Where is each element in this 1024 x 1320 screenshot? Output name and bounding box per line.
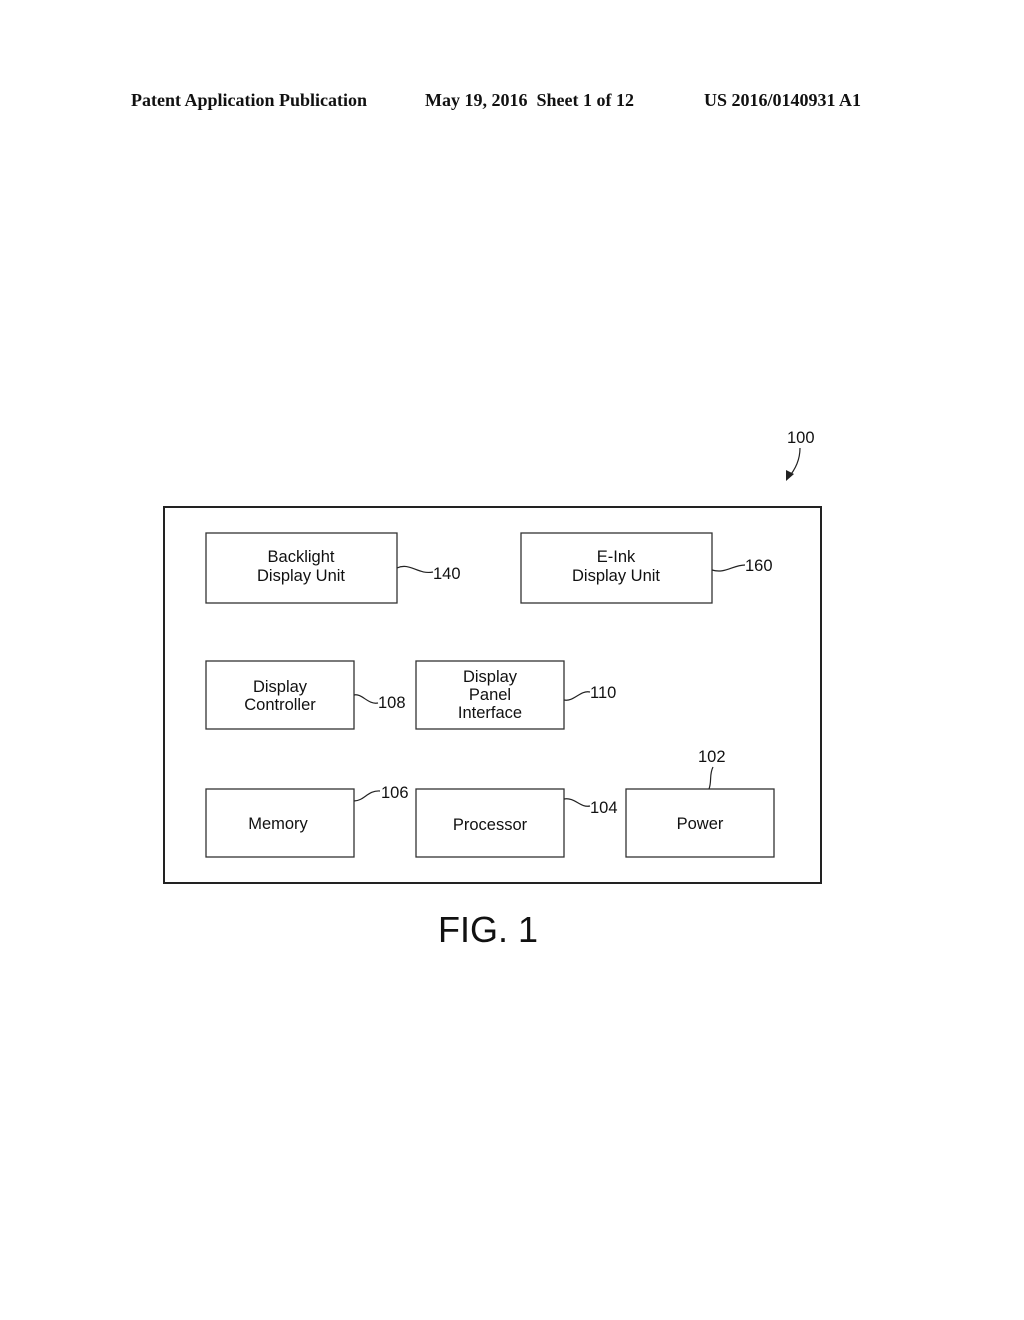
block-label-line: E-Ink xyxy=(597,548,636,566)
ref-label-104: 104 xyxy=(590,799,618,817)
block-label-line: Display Unit xyxy=(257,567,345,585)
ref-label-140: 140 xyxy=(433,565,461,583)
ref-label-100: 100 xyxy=(787,429,815,447)
block-label-line: Backlight xyxy=(268,548,335,566)
leader-line-108 xyxy=(353,694,379,704)
block-display-controller: Display Controller xyxy=(205,660,355,730)
block-backlight-display-unit: Backlight Display Unit xyxy=(205,532,398,604)
block-display-panel-interface: Display Panel Interface xyxy=(415,660,565,730)
ref-label-160: 160 xyxy=(745,557,773,575)
ref-label-102: 102 xyxy=(698,748,726,766)
block-label-line: Controller xyxy=(244,696,316,714)
ref-label-108: 108 xyxy=(378,694,406,712)
block-label-line: Memory xyxy=(248,815,308,833)
block-label-line: Processor xyxy=(453,816,528,834)
leader-line-104 xyxy=(563,798,591,807)
leader-line-140 xyxy=(396,565,434,574)
block-label-line: Interface xyxy=(458,704,522,722)
block-diagram: 100 Backlight Display Unit 140 E-Ink Dis… xyxy=(163,429,822,950)
leader-line-110 xyxy=(563,691,591,701)
block-processor: Processor xyxy=(415,788,565,858)
block-label-line: Panel xyxy=(469,686,511,704)
leader-line-160 xyxy=(711,564,746,572)
block-label-line: Display Unit xyxy=(572,567,660,585)
block-label-line: Display xyxy=(253,678,308,696)
block-eink-display-unit: E-Ink Display Unit xyxy=(520,532,713,604)
figure-caption: FIG. 1 xyxy=(438,909,538,950)
ref-label-110: 110 xyxy=(590,684,616,702)
block-power: Power xyxy=(625,788,775,858)
block-memory: Memory xyxy=(205,788,355,858)
block-label-line: Display xyxy=(463,668,518,686)
leader-line-106 xyxy=(353,790,381,802)
block-label-line: Power xyxy=(677,815,724,833)
ref-label-106: 106 xyxy=(381,784,409,802)
leader-line-102 xyxy=(708,766,714,790)
